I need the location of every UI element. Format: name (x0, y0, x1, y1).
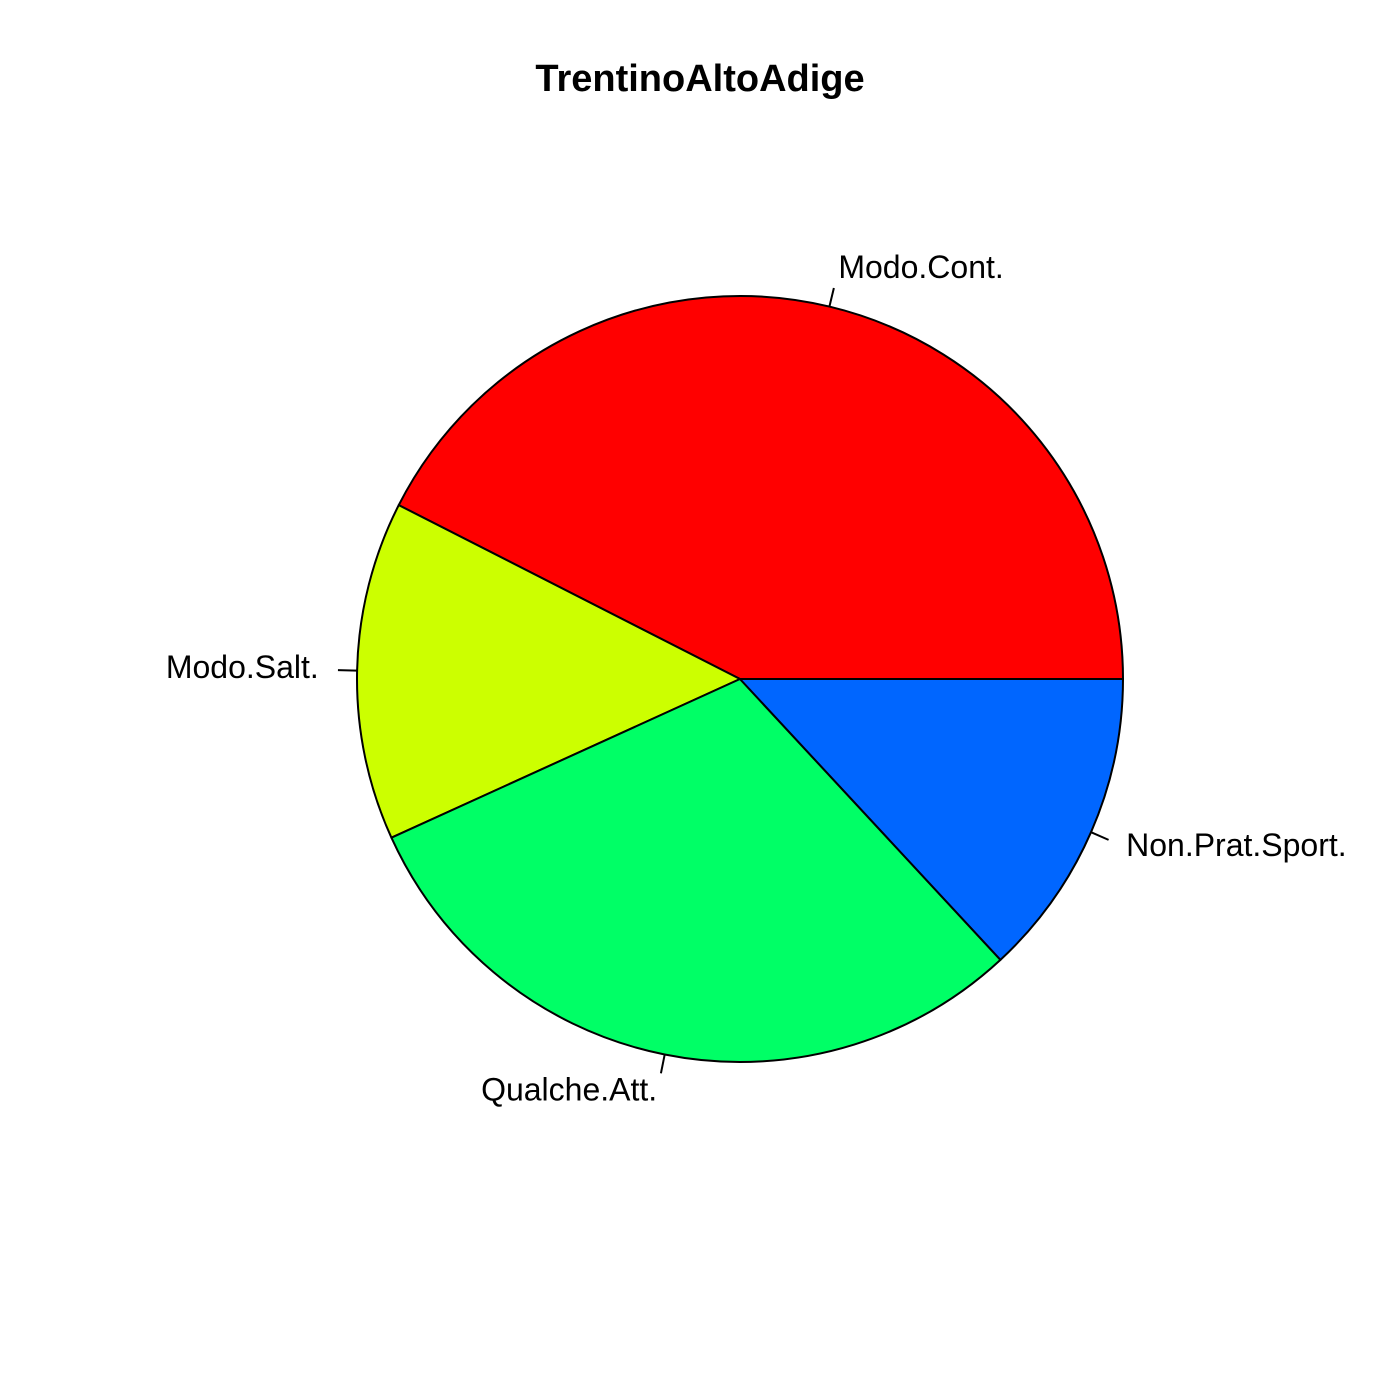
pie-label-qualche-att: Qualche.Att. (481, 1072, 657, 1108)
pie-label-modo-cont: Modo.Cont. (838, 249, 1003, 285)
pie-chart: Modo.Cont. Modo.Salt. Qualche.Att. Non.Prat… (166, 249, 1347, 1108)
pie-tick-qualche-att (659, 1054, 666, 1074)
chart-area: TrentinoAltoAdige Modo.Cont. Modo.Salt. Qu… (0, 0, 1400, 1400)
pie-label-non-prat-sport: Non.Prat.Sport. (1126, 827, 1347, 863)
pie-tick-modo-cont (828, 287, 835, 307)
pie-label-modo-salt: Modo.Salt. (166, 649, 319, 685)
pie-tick-non-prat-sport (1090, 831, 1109, 841)
